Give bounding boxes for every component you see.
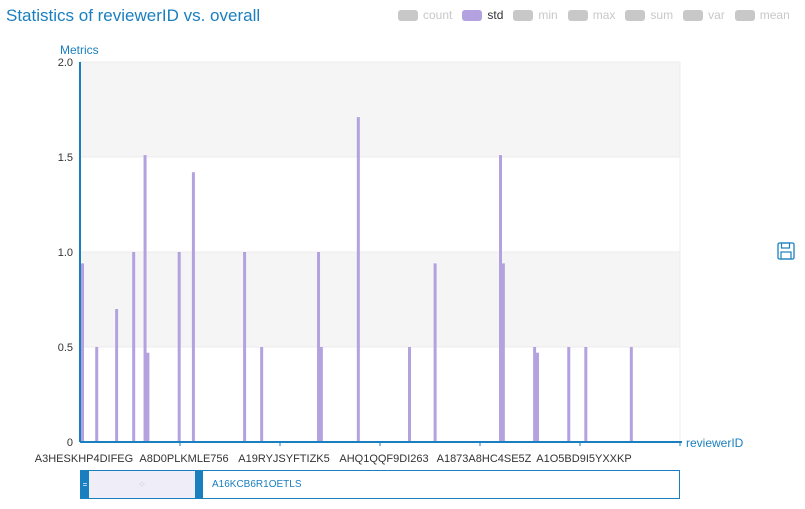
x-tick-label: A8D0PLKMLE756 (139, 453, 228, 465)
zoom-handle-start[interactable]: = (81, 471, 89, 498)
x-tick-label: A1O5BD9I5YXXKP (536, 453, 631, 465)
bar (260, 347, 264, 442)
zoom-grip-icon: ⁘ (138, 479, 146, 489)
x-ticks: A3HESKHP4DIFEG A8D0PLKMLE756 A19RYJSYFTIZK… (35, 442, 681, 465)
grid-band (80, 157, 680, 252)
zoom-selected-range[interactable]: ⁘ (89, 471, 195, 498)
bar (115, 309, 119, 442)
bar (533, 347, 537, 442)
bar-chart: 0 0.5 1.0 1.5 2.0 A3HESKHP4DIFEG A8D0PLKMLE75… (35, 57, 682, 465)
bar (433, 263, 437, 442)
bar (177, 252, 181, 442)
x-tick-label: A19RYJSYFTIZK5 (238, 453, 330, 465)
grid-band (80, 62, 680, 157)
bar (319, 347, 323, 442)
bar (499, 155, 503, 442)
y-tick-label: 1.5 (58, 152, 73, 164)
bar (501, 263, 505, 442)
zoom-handle-end[interactable] (195, 471, 203, 498)
bar (81, 263, 84, 442)
bar (146, 352, 150, 442)
zoom-range-label: A16KCB6R1OETLS (212, 479, 302, 490)
grid-band (80, 252, 680, 347)
bar (567, 347, 571, 442)
bar (95, 347, 99, 442)
bar (243, 252, 247, 442)
y-tick-label: 1.0 (58, 247, 73, 259)
x-tick-label: AHQ1QQF9DI263 (339, 453, 428, 465)
bar (408, 347, 412, 442)
y-tick-label: 0 (67, 437, 73, 449)
x-tick-label: A3HESKHP4DIFEG (35, 453, 133, 465)
x-tick-label: A1873A8HC4SE5Z (437, 453, 532, 465)
y-ticks: 0 0.5 1.0 1.5 2.0 (58, 57, 73, 449)
bar (143, 155, 147, 442)
bar (584, 347, 588, 442)
bar (629, 347, 633, 442)
grid-band (80, 347, 680, 442)
bar (132, 252, 136, 442)
y-tick-label: 2.0 (58, 57, 73, 69)
y-tick-label: 0.5 (58, 342, 73, 354)
data-zoom-slider[interactable]: = ⁘ A16KCB6R1OETLS (80, 470, 680, 499)
bar (317, 252, 321, 442)
bar (535, 352, 539, 442)
bar (191, 172, 195, 442)
bar (356, 117, 360, 442)
